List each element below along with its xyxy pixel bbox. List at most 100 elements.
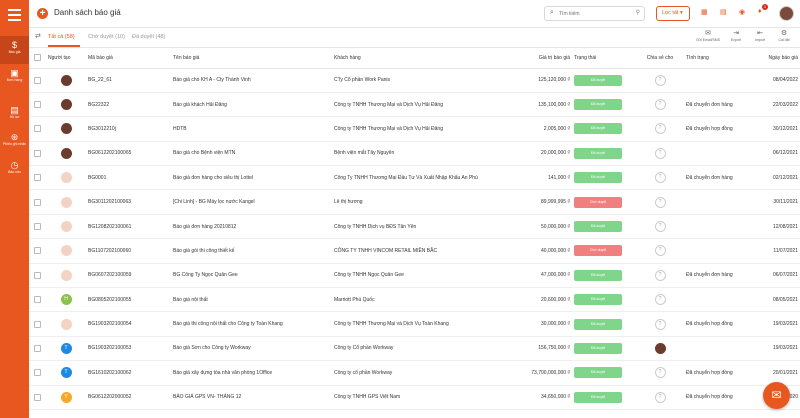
grid-icon[interactable]: ▦	[701, 8, 708, 16]
add-quote-button[interactable]: +	[37, 8, 48, 19]
filter-dropdown[interactable]: Lọc tất ▾	[656, 6, 690, 21]
collapse-icon[interactable]: ⇄	[35, 32, 41, 40]
row-checkbox[interactable]	[34, 76, 41, 84]
share-unknown-icon[interactable]: ?	[654, 99, 666, 111]
table-row[interactable]: T BG1610202100062 Báo giá xây dựng tòa nhà…	[29, 360, 800, 386]
table-row[interactable]: BG_22_61 Báo giá cho KH A - Cty Thành Vin…	[29, 68, 800, 93]
share-unknown-icon[interactable]: ?	[654, 196, 666, 208]
quote-name-link[interactable]: HDTB	[171, 116, 332, 142]
quote-name-link[interactable]: Báo giá đơn hàng cho siêu thị Lottel	[171, 165, 332, 191]
user-avatar[interactable]	[779, 6, 794, 21]
row-checkbox[interactable]	[34, 369, 41, 377]
table-row[interactable]: BG22322 Báo giá khách Hải Đăng Công ty TNH…	[29, 92, 800, 118]
status-badge: Chờ duyệt	[574, 245, 622, 257]
filter-settings-icon[interactable]: ⚲	[636, 9, 640, 16]
row-checkbox[interactable]	[34, 149, 41, 157]
row-checkbox[interactable]	[34, 223, 41, 231]
share-unknown-icon[interactable]: ?	[654, 74, 666, 86]
col-customer[interactable]: Khách hàng	[332, 48, 520, 69]
share-unknown-icon[interactable]: ?	[654, 391, 666, 403]
search-input[interactable]	[559, 9, 629, 19]
table-row[interactable]: BG1903202100054 Báo giá thi công nội thất…	[29, 311, 800, 337]
table-row[interactable]: Y BG0612202000052 BÁO GIÁ GPS VN- THÁNG 12…	[29, 385, 800, 410]
quote-name-link[interactable]: BÁO GIÁ GPS VN- THÁNG 12	[171, 385, 332, 410]
row-checkbox[interactable]	[34, 125, 41, 133]
row-checkbox[interactable]	[34, 296, 41, 304]
settings-button[interactable]: ⚙ Cài đặt	[771, 30, 797, 43]
row-checkbox[interactable]	[34, 271, 41, 279]
quote-name-link[interactable]: Báo giá cho Bệnh viện MTN	[171, 141, 332, 167]
sidebar-item-1[interactable]: ▣ Đơn hàng	[0, 64, 29, 92]
shared-user-avatar[interactable]	[654, 342, 666, 354]
table-row[interactable]: BG1208202100061 Báo giá đơn hàng 20210812…	[29, 214, 800, 240]
share-unknown-icon[interactable]: ?	[654, 123, 666, 135]
sidebar-item-label: Hồ sơ	[9, 115, 20, 119]
share-unknown-icon[interactable]: ?	[654, 147, 666, 159]
quote-name-link[interactable]: Báo giá nội thất	[171, 287, 332, 313]
row-checkbox[interactable]	[34, 393, 41, 401]
receipt-icon: ▣	[10, 68, 19, 78]
share-unknown-icon[interactable]: ?	[654, 221, 666, 233]
quote-value: 141,000 ₫	[520, 165, 572, 191]
tab-all[interactable]: Tất cả (58)	[48, 34, 75, 40]
sidebar-item-4[interactable]: ◷ Báo cáo	[0, 156, 29, 184]
col-value[interactable]: Giá trị báo giá	[520, 48, 572, 69]
email-sms-button[interactable]: ✉ Gửi Email/SMS	[695, 30, 721, 43]
quote-date: 19/03/2021	[762, 336, 800, 362]
col-code[interactable]: Mã báo giá	[86, 48, 171, 69]
bell-icon[interactable]: ♦	[758, 8, 762, 15]
play-icon[interactable]: ◉	[739, 8, 745, 16]
table-row[interactable]: T BG1903202100053 Báo giá Sơn cho Công ty …	[29, 336, 800, 362]
row-checkbox[interactable]	[34, 101, 41, 109]
share-unknown-icon[interactable]: ?	[654, 367, 666, 379]
quote-name-link[interactable]: Báo giá cho KH A - Cty Thành Vinh	[171, 68, 332, 93]
row-checkbox[interactable]	[34, 320, 41, 328]
table-row[interactable]: BG3011202100063 [Chi Linh] - BG Máy lọc n…	[29, 189, 800, 215]
share-unknown-icon[interactable]: ?	[654, 294, 666, 306]
quote-date: 20/01/2021	[762, 360, 800, 386]
calendar-icon[interactable]: ▤	[720, 8, 727, 16]
col-share[interactable]: Chia sẻ cho	[636, 48, 684, 69]
customer-name: Công ty TNHH Dịch vụ BĐS Tân Yên	[332, 214, 520, 240]
sidebar-item-2[interactable]: ▤ Hồ sơ	[0, 101, 29, 129]
messenger-chat-button[interactable]: ✉	[763, 382, 790, 409]
col-date[interactable]: Ngày báo giá	[762, 48, 800, 69]
table-row[interactable]: H BG0805202100055 Báo giá nội thất Marriott…	[29, 287, 800, 313]
table-row[interactable]: BG3012210j HDTB Công ty TNHH Thương Mại và…	[29, 116, 800, 142]
table-row[interactable]: BG1107202100060 Báo giá gói thi công thiế…	[29, 238, 800, 264]
tab-pending[interactable]: Chờ duyệt (10)	[88, 34, 125, 40]
row-checkbox[interactable]	[34, 174, 41, 182]
sidebar-item-label: Báo giá	[8, 50, 21, 54]
select-all-checkbox[interactable]	[34, 54, 41, 62]
table-row[interactable]: BG0612202100065 Báo giá cho Bệnh viện MTN…	[29, 141, 800, 167]
share-unknown-icon[interactable]: ?	[654, 269, 666, 281]
col-status[interactable]: Trạng thái	[572, 48, 636, 69]
search-box[interactable]: ⌕ ⚲	[544, 6, 645, 21]
table-row[interactable]: BG0607202100059 BG Công Ty Ngọc Quân Gee C…	[29, 263, 800, 289]
col-creator[interactable]: Người tạo	[46, 48, 86, 69]
clock-icon: ◷	[10, 160, 19, 170]
quote-name-link[interactable]: Báo giá gói thi công thiết kế	[171, 238, 332, 264]
share-unknown-icon[interactable]: ?	[654, 172, 666, 184]
row-checkbox[interactable]	[34, 344, 41, 352]
col-condition[interactable]: Tình trạng	[684, 48, 762, 69]
sidebar-item-0[interactable]: $ Báo giá	[0, 36, 29, 64]
quote-name-link[interactable]: Báo giá khách Hải Đăng	[171, 92, 332, 118]
table-row[interactable]: BG0001 Báo giá đơn hàng cho siêu thị Lott…	[29, 165, 800, 191]
row-checkbox[interactable]	[34, 198, 41, 206]
quote-name-link[interactable]: Báo giá Sơn cho Công ty Workway	[171, 336, 332, 362]
sidebar-item-3[interactable]: ⊛ Phiếu ghi nhận	[0, 128, 29, 156]
export-button[interactable]: ⇥ Export	[723, 30, 749, 43]
quote-name-link[interactable]: Báo giá xây dựng tòa nhà văn phòng 1Offi…	[171, 360, 332, 386]
col-name[interactable]: Tên báo giá	[171, 48, 332, 69]
hamburger-menu-icon[interactable]	[8, 9, 21, 21]
tab-approved[interactable]: Đã duyệt (48)	[132, 34, 165, 40]
quote-name-link[interactable]: [Chi Linh] - BG Máy lọc nước Kangel	[171, 189, 332, 215]
share-unknown-icon[interactable]: ?	[654, 318, 666, 330]
quote-name-link[interactable]: Báo giá đơn hàng 20210812	[171, 214, 332, 240]
row-checkbox[interactable]	[34, 247, 41, 255]
quote-name-link[interactable]: BG Công Ty Ngọc Quân Gee	[171, 263, 332, 289]
share-unknown-icon[interactable]: ?	[654, 245, 666, 257]
import-button[interactable]: ⇤ Import	[747, 30, 773, 43]
quote-name-link[interactable]: Báo giá thi công nội thất cho Công ty To…	[171, 311, 332, 337]
